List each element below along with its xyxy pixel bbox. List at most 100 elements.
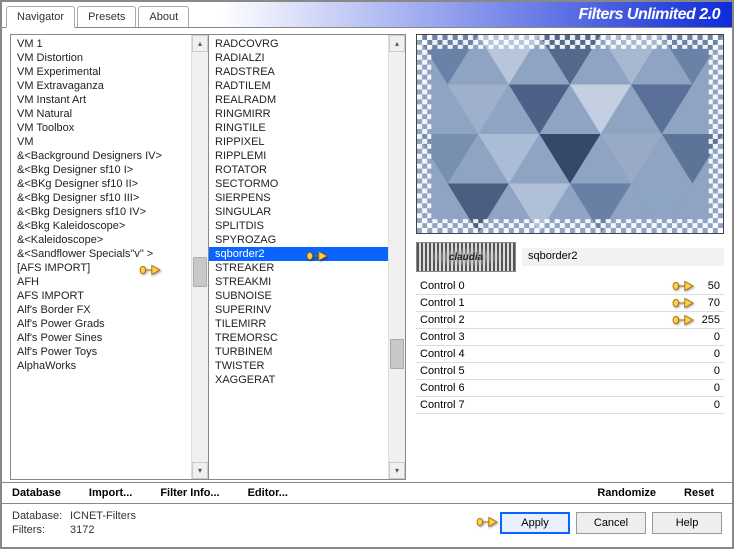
category-item[interactable]: &<BKg Designer sf10 II> bbox=[11, 177, 191, 191]
scroll-track[interactable] bbox=[389, 52, 405, 462]
control-value: 0 bbox=[680, 365, 720, 377]
preview-image bbox=[416, 34, 724, 234]
control-label: Control 5 bbox=[420, 365, 560, 377]
filter-info-button[interactable]: Filter Info... bbox=[160, 487, 219, 499]
filter-item[interactable]: RADIALZI bbox=[209, 51, 388, 65]
pointer-icon bbox=[476, 513, 498, 531]
scroll-track[interactable] bbox=[192, 52, 208, 462]
category-item[interactable]: &<Kaleidoscope> bbox=[11, 233, 191, 247]
reset-button[interactable]: Reset bbox=[684, 487, 714, 499]
category-item[interactable]: &<Bkg Designer sf10 I> bbox=[11, 163, 191, 177]
filter-item[interactable]: SIERPENS bbox=[209, 191, 388, 205]
randomize-button[interactable]: Randomize bbox=[597, 487, 656, 499]
scroll-thumb[interactable] bbox=[390, 339, 404, 369]
category-item[interactable]: &<Background Designers IV> bbox=[11, 149, 191, 163]
filter-item[interactable]: SECTORMO bbox=[209, 177, 388, 191]
filter-name-display: sqborder2 bbox=[522, 248, 724, 266]
control-row[interactable]: Control 30 bbox=[416, 329, 724, 346]
filter-item[interactable]: RINGTILE bbox=[209, 121, 388, 135]
control-row[interactable]: Control 050 bbox=[416, 278, 724, 295]
filter-item[interactable]: sqborder2 bbox=[209, 247, 388, 261]
tab-navigator[interactable]: Navigator bbox=[6, 6, 75, 28]
scroll-down-icon[interactable]: ▾ bbox=[389, 462, 405, 479]
category-item[interactable]: AFS IMPORT bbox=[11, 289, 191, 303]
control-label: Control 4 bbox=[420, 348, 560, 360]
control-label: Control 7 bbox=[420, 399, 560, 411]
watermark-badge: claudia bbox=[416, 242, 516, 272]
category-item[interactable]: VM Natural bbox=[11, 107, 191, 121]
filter-item[interactable]: SPLITDIS bbox=[209, 219, 388, 233]
category-item[interactable]: &<Bkg Designers sf10 IV> bbox=[11, 205, 191, 219]
tab-about[interactable]: About bbox=[138, 6, 189, 27]
category-item[interactable]: VM Distortion bbox=[11, 51, 191, 65]
filter-item[interactable]: RADSTREA bbox=[209, 65, 388, 79]
scroll-up-icon[interactable]: ▴ bbox=[389, 35, 405, 52]
filter-item[interactable]: RIPPLEMI bbox=[209, 149, 388, 163]
filters-count: 3172 bbox=[70, 524, 94, 536]
category-item[interactable]: &<Sandflower Specials"v" > bbox=[11, 247, 191, 261]
import-button[interactable]: Import... bbox=[89, 487, 132, 499]
editor-button[interactable]: Editor... bbox=[248, 487, 288, 499]
category-item[interactable]: VM Instant Art bbox=[11, 93, 191, 107]
category-item[interactable]: &<Bkg Kaleidoscope> bbox=[11, 219, 191, 233]
category-item[interactable]: AFH bbox=[11, 275, 191, 289]
filter-item[interactable]: XAGGERAT bbox=[209, 373, 388, 387]
category-item[interactable]: [AFS IMPORT] bbox=[11, 261, 191, 275]
filter-item[interactable]: RADTILEM bbox=[209, 79, 388, 93]
filter-item[interactable]: RADCOVRG bbox=[209, 37, 388, 51]
database-button[interactable]: Database bbox=[12, 487, 61, 499]
scroll-down-icon[interactable]: ▾ bbox=[192, 462, 208, 479]
control-value: 70 bbox=[680, 297, 720, 309]
scroll-up-icon[interactable]: ▴ bbox=[192, 35, 208, 52]
control-label: Control 0 bbox=[420, 280, 560, 292]
filter-item[interactable]: RIPPIXEL bbox=[209, 135, 388, 149]
control-label: Control 3 bbox=[420, 331, 560, 343]
category-item[interactable]: Alf's Power Grads bbox=[11, 317, 191, 331]
header-bar: Navigator Presets About Filters Unlimite… bbox=[2, 2, 732, 28]
database-name: ICNET-Filters bbox=[70, 510, 136, 522]
filter-item[interactable]: SPYROZAG bbox=[209, 233, 388, 247]
filter-item[interactable]: STREAKMI bbox=[209, 275, 388, 289]
help-button[interactable]: Help bbox=[652, 512, 722, 534]
footer-info: Database:ICNET-Filters Filters:3172 bbox=[12, 510, 136, 538]
scroll-thumb[interactable] bbox=[193, 257, 207, 287]
control-row[interactable]: Control 4 0 bbox=[416, 346, 724, 363]
filter-item[interactable]: TREMORSC bbox=[209, 331, 388, 345]
category-item[interactable]: VM Experimental bbox=[11, 65, 191, 79]
filter-item[interactable]: STREAKER bbox=[209, 261, 388, 275]
category-item[interactable]: VM bbox=[11, 135, 191, 149]
category-item[interactable]: AlphaWorks bbox=[11, 359, 191, 373]
filter-item[interactable]: TURBINEM bbox=[209, 345, 388, 359]
control-row[interactable]: Control 70 bbox=[416, 397, 724, 414]
control-row[interactable]: Control 2255 bbox=[416, 312, 724, 329]
category-item[interactable]: VM Extravaganza bbox=[11, 79, 191, 93]
filter-scrollbar[interactable]: ▴ ▾ bbox=[388, 35, 405, 479]
filter-item[interactable]: TWISTER bbox=[209, 359, 388, 373]
control-row[interactable]: Control 60 bbox=[416, 380, 724, 397]
category-list[interactable]: VM 1VM DistortionVM ExperimentalVM Extra… bbox=[10, 34, 208, 480]
category-item[interactable]: VM 1 bbox=[11, 37, 191, 51]
control-label: Control 6 bbox=[420, 382, 560, 394]
category-item[interactable]: Alf's Power Sines bbox=[11, 331, 191, 345]
filter-item[interactable]: SUPERINV bbox=[209, 303, 388, 317]
cancel-button[interactable]: Cancel bbox=[576, 512, 646, 534]
filter-item[interactable]: ROTATOR bbox=[209, 163, 388, 177]
filter-item[interactable]: TILEMIRR bbox=[209, 317, 388, 331]
apply-button[interactable]: Apply bbox=[500, 512, 570, 534]
control-row[interactable]: Control 1 70 bbox=[416, 295, 724, 312]
filter-item[interactable]: SUBNOISE bbox=[209, 289, 388, 303]
tab-presets[interactable]: Presets bbox=[77, 6, 136, 27]
category-item[interactable]: Alf's Border FX bbox=[11, 303, 191, 317]
category-item[interactable]: &<Bkg Designer sf10 III> bbox=[11, 191, 191, 205]
control-row[interactable]: Control 5 0 bbox=[416, 363, 724, 380]
filter-item[interactable]: SINGULAR bbox=[209, 205, 388, 219]
category-scrollbar[interactable]: ▴ ▾ bbox=[191, 35, 208, 479]
filter-item[interactable]: RINGMIRR bbox=[209, 107, 388, 121]
filter-list[interactable]: RADCOVRGRADIALZIRADSTREARADTILEMREALRADM… bbox=[208, 34, 406, 480]
control-label: Control 1 bbox=[420, 297, 560, 309]
category-item[interactable]: Alf's Power Toys bbox=[11, 345, 191, 359]
filter-item[interactable]: REALRADM bbox=[209, 93, 388, 107]
category-item[interactable]: VM Toolbox bbox=[11, 121, 191, 135]
control-value: 0 bbox=[680, 348, 720, 360]
right-column: claudia sqborder2 Control 050 Control 1 70… bbox=[406, 34, 724, 480]
